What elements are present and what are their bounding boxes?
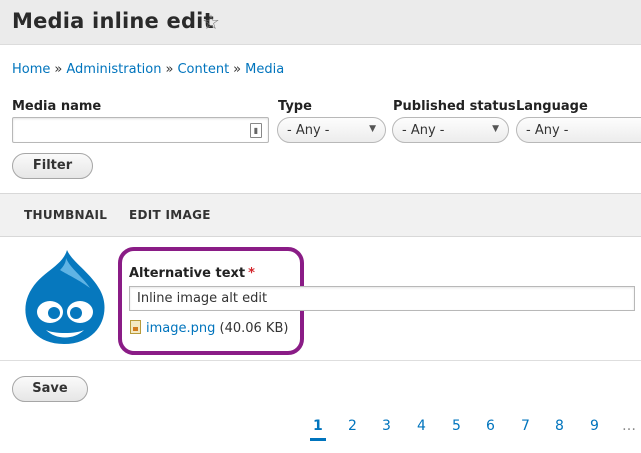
- save-button[interactable]: Save: [12, 376, 88, 402]
- language-select-value: - Any -: [526, 123, 569, 138]
- pager-item[interactable]: 6: [486, 418, 495, 434]
- page-title: Media inline edit: [12, 9, 214, 33]
- pager-item[interactable]: 7: [521, 418, 530, 434]
- breadcrumb-content[interactable]: Content: [177, 62, 229, 77]
- autocomplete-icon: ▮: [250, 123, 262, 138]
- alt-text-label-text: Alternative text: [129, 266, 246, 281]
- file-size: (40.06 KB): [219, 321, 289, 336]
- column-edit-image[interactable]: EDIT IMAGE: [129, 208, 211, 222]
- breadcrumb-administration[interactable]: Administration: [66, 62, 161, 77]
- pager-item[interactable]: 3: [382, 418, 391, 434]
- breadcrumb-home[interactable]: Home: [12, 62, 50, 77]
- star-icon[interactable]: ☆: [202, 10, 220, 34]
- media-name-label: Media name: [12, 99, 102, 114]
- breadcrumb-separator: »: [233, 62, 242, 77]
- type-label: Type: [278, 99, 312, 114]
- image-file-icon: [130, 320, 141, 334]
- pager-item[interactable]: 9: [590, 418, 599, 434]
- pager-item-current[interactable]: 1: [310, 418, 326, 441]
- breadcrumb-separator: »: [165, 62, 174, 77]
- breadcrumb: Home» Administration» Content» Media: [12, 62, 284, 77]
- file-link-row: image.png (40.06 KB): [130, 320, 288, 336]
- published-status-label: Published status: [393, 99, 516, 114]
- chevron-down-icon: ▼: [492, 124, 499, 134]
- drupal-drop-logo: [25, 250, 105, 344]
- pager-item[interactable]: 8: [555, 418, 564, 434]
- pager: 1 2 3 4 5 6 7 8 9 …: [0, 418, 641, 442]
- alt-text-label: Alternative text *: [129, 266, 255, 281]
- published-status-select-value: - Any -: [402, 123, 445, 138]
- table-header: THUMBNAIL EDIT IMAGE: [0, 193, 641, 237]
- column-thumbnail[interactable]: THUMBNAIL: [24, 208, 107, 222]
- pager-item[interactable]: 5: [452, 418, 461, 434]
- pager-ellipsis: …: [622, 418, 636, 434]
- alt-text-input[interactable]: Inline image alt edit: [129, 286, 635, 311]
- language-select[interactable]: - Any -: [516, 117, 641, 143]
- published-status-select[interactable]: - Any - ▼: [392, 117, 509, 143]
- type-select[interactable]: - Any - ▼: [277, 117, 386, 143]
- page-header: Media inline edit ☆: [0, 0, 641, 45]
- chevron-down-icon: ▼: [369, 124, 376, 134]
- filter-button[interactable]: Filter: [12, 153, 93, 179]
- language-label: Language: [516, 99, 588, 114]
- media-name-input[interactable]: ▮: [12, 117, 269, 143]
- required-marker: *: [248, 266, 255, 281]
- breadcrumb-media[interactable]: Media: [245, 62, 284, 77]
- file-link[interactable]: image.png: [146, 321, 215, 336]
- breadcrumb-separator: »: [54, 62, 63, 77]
- type-select-value: - Any -: [287, 123, 330, 138]
- pager-item[interactable]: 2: [348, 418, 357, 434]
- pager-item[interactable]: 4: [417, 418, 426, 434]
- row-divider: [0, 360, 641, 361]
